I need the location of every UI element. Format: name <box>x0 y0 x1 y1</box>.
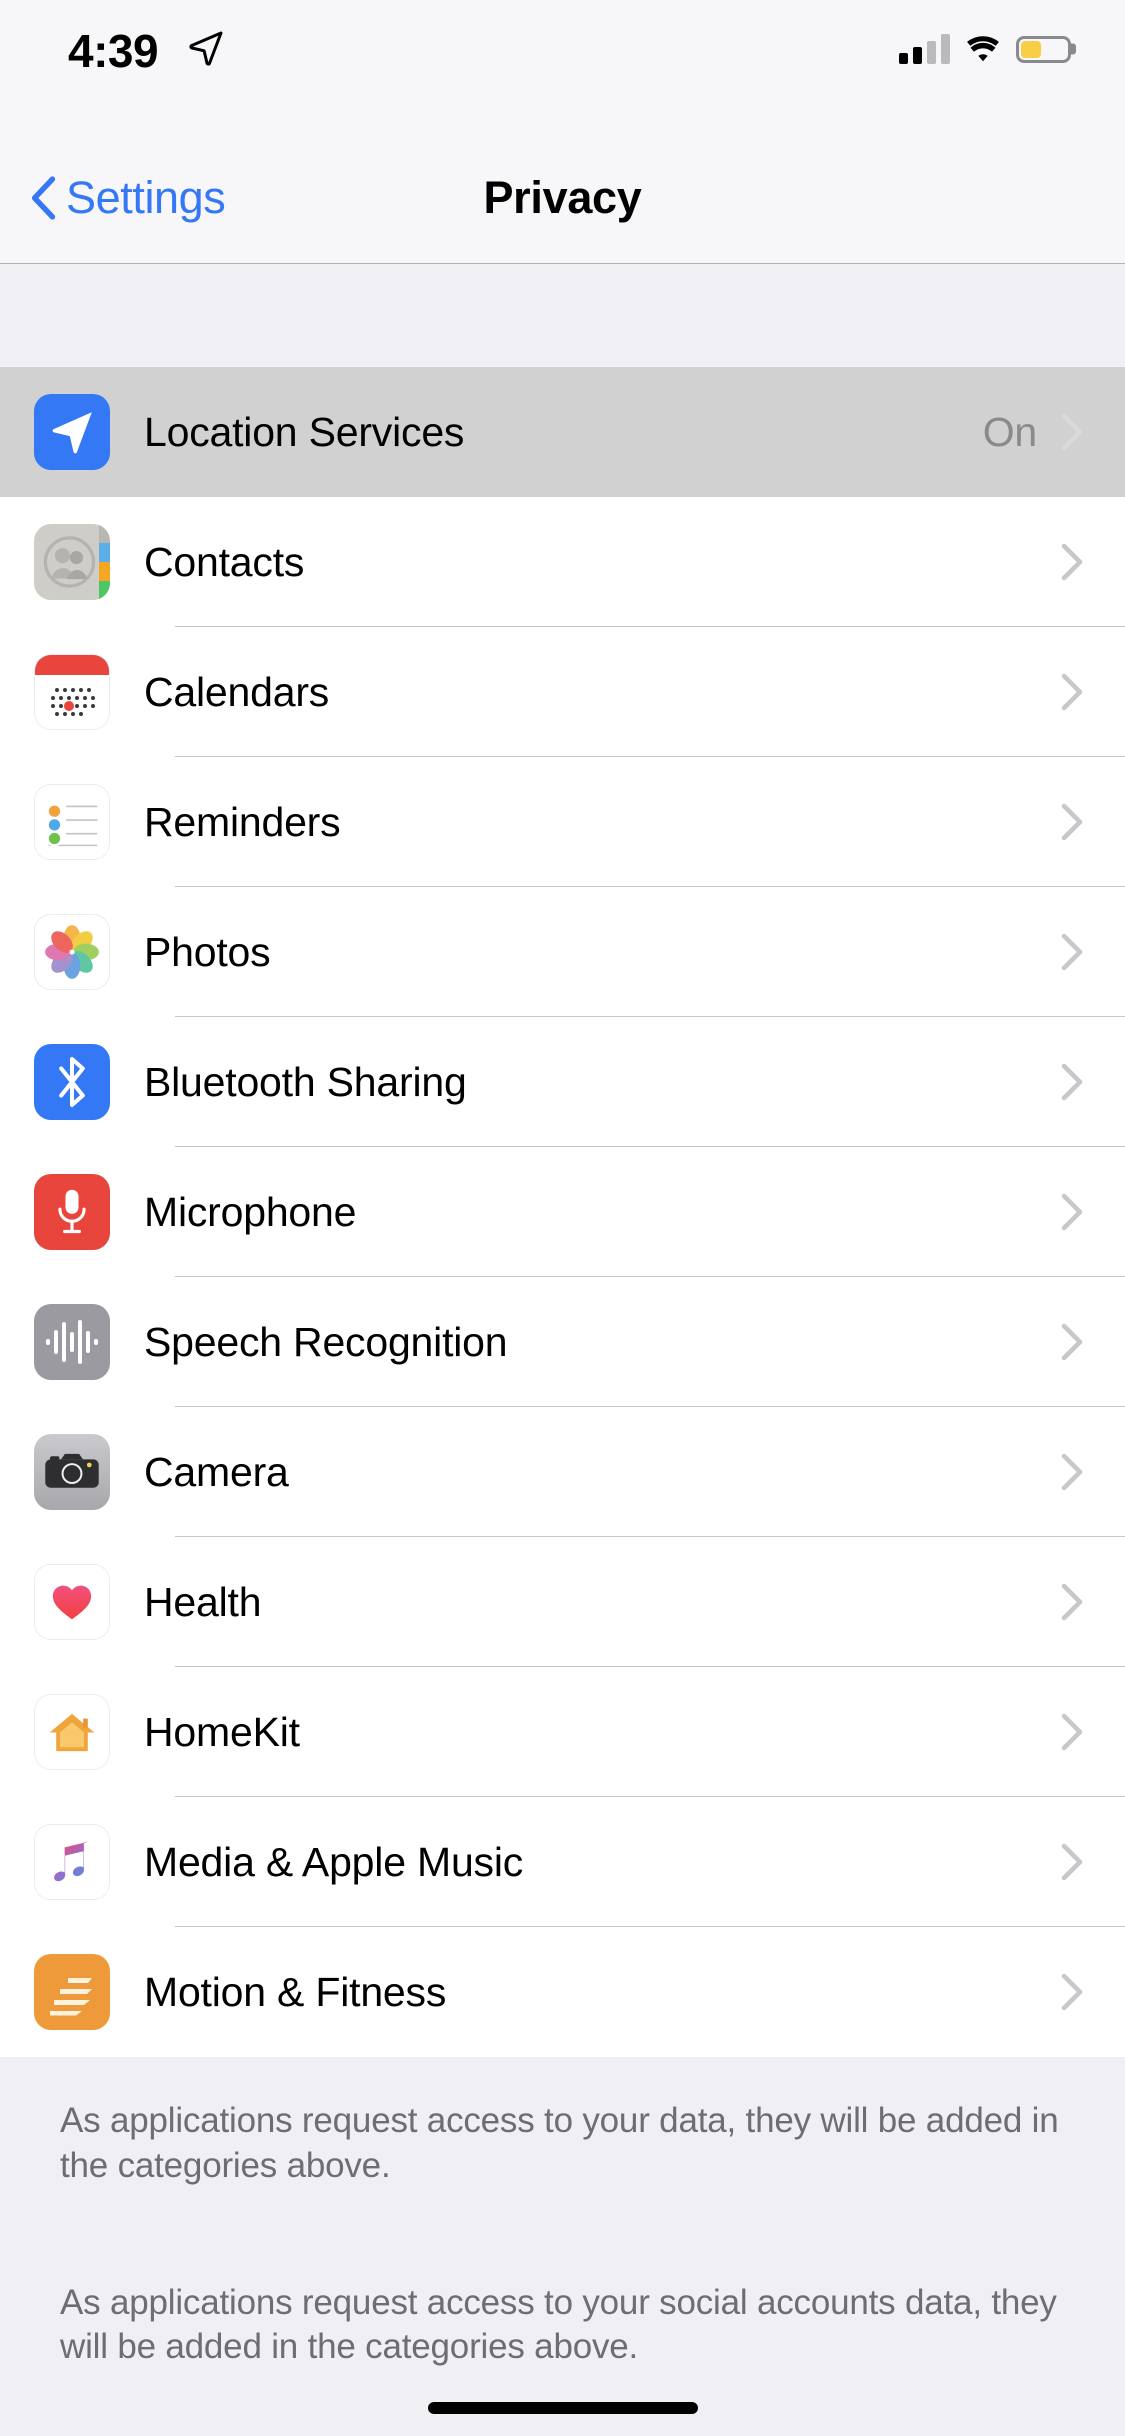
list-row-microphone[interactable]: Microphone <box>0 1147 1125 1277</box>
list-row-label: HomeKit <box>144 1708 300 1755</box>
list-row-label: Reminders <box>144 798 341 845</box>
list-footer: As applications request access to your d… <box>0 2057 1125 2371</box>
motion-fitness-icon <box>34 1954 110 2030</box>
page-title: Privacy <box>483 171 642 223</box>
navigation-bar: Settings Privacy <box>0 132 1125 264</box>
cellular-signal-icon <box>899 34 950 64</box>
microphone-icon <box>34 1174 110 1250</box>
photos-icon <box>34 914 110 990</box>
list-row-label: Health <box>144 1578 262 1625</box>
chevron-right-icon <box>1061 1063 1083 1101</box>
chevron-right-icon <box>1061 1843 1083 1881</box>
chevron-right-icon <box>1061 1193 1083 1231</box>
footer-paragraph-social: As applications request access to your s… <box>60 2282 1057 2367</box>
chevron-right-icon <box>1061 543 1083 581</box>
status-bar: 4:39 <box>0 0 1125 132</box>
list-row-label: Photos <box>144 928 271 975</box>
chevron-right-icon <box>1061 673 1083 711</box>
health-icon <box>34 1564 110 1640</box>
list-row-homekit[interactable]: HomeKit <box>0 1667 1125 1797</box>
list-row-health[interactable]: Health <box>0 1537 1125 1667</box>
homekit-icon <box>34 1694 110 1770</box>
list-row-contacts[interactable]: Contacts <box>0 497 1125 627</box>
list-row-label: Contacts <box>144 538 305 585</box>
home-indicator[interactable] <box>427 2402 698 2414</box>
list-row-media-apple-music[interactable]: Media & Apple Music <box>0 1797 1125 1927</box>
chevron-right-icon <box>1061 933 1083 971</box>
list-row-photos[interactable]: Photos <box>0 887 1125 1017</box>
chevron-right-icon <box>1061 803 1083 841</box>
chevron-right-icon <box>1061 1713 1083 1751</box>
list-row-label: Speech Recognition <box>144 1318 508 1365</box>
calendars-icon <box>34 654 110 730</box>
chevron-right-icon <box>1061 1973 1083 2011</box>
list-row-speech-recognition[interactable]: Speech Recognition <box>0 1277 1125 1407</box>
privacy-settings-list: Location Services On Contacts Calendars … <box>0 367 1125 2057</box>
list-row-label: Camera <box>144 1448 289 1495</box>
chevron-right-icon <box>1061 1323 1083 1361</box>
chevron-right-icon <box>1061 1583 1083 1621</box>
bluetooth-icon <box>34 1044 110 1120</box>
camera-icon <box>34 1434 110 1510</box>
chevron-right-icon <box>1061 413 1083 451</box>
reminders-icon <box>34 784 110 860</box>
battery-icon <box>1016 35 1071 63</box>
list-row-bluetooth-sharing[interactable]: Bluetooth Sharing <box>0 1017 1125 1147</box>
list-row-motion-fitness[interactable]: Motion & Fitness <box>0 1927 1125 2057</box>
status-bar-indicators <box>899 34 1071 64</box>
footer-paragraph-data: As applications request access to your d… <box>60 2101 1059 2185</box>
wifi-icon <box>967 36 999 62</box>
list-row-location-services[interactable]: Location Services On <box>0 367 1125 497</box>
list-top-spacer <box>0 264 1125 367</box>
list-row-label: Calendars <box>144 668 330 715</box>
list-row-camera[interactable]: Camera <box>0 1407 1125 1537</box>
location-services-icon <box>34 394 110 470</box>
list-row-label: Bluetooth Sharing <box>144 1058 467 1105</box>
list-row-reminders[interactable]: Reminders <box>0 757 1125 887</box>
list-row-value: On <box>982 408 1037 455</box>
location-arrow-icon <box>189 31 223 66</box>
chevron-right-icon <box>1061 1453 1083 1491</box>
list-row-label: Location Services <box>144 408 465 455</box>
contacts-icon <box>34 524 110 600</box>
list-row-label: Microphone <box>144 1188 357 1235</box>
media-apple-music-icon <box>34 1824 110 1900</box>
list-row-label: Motion & Fitness <box>144 1968 447 2015</box>
speech-recognition-icon <box>34 1304 110 1380</box>
status-bar-time: 4:39 <box>68 25 159 77</box>
list-row-calendars[interactable]: Calendars <box>0 627 1125 757</box>
list-row-label: Media & Apple Music <box>144 1838 524 1885</box>
